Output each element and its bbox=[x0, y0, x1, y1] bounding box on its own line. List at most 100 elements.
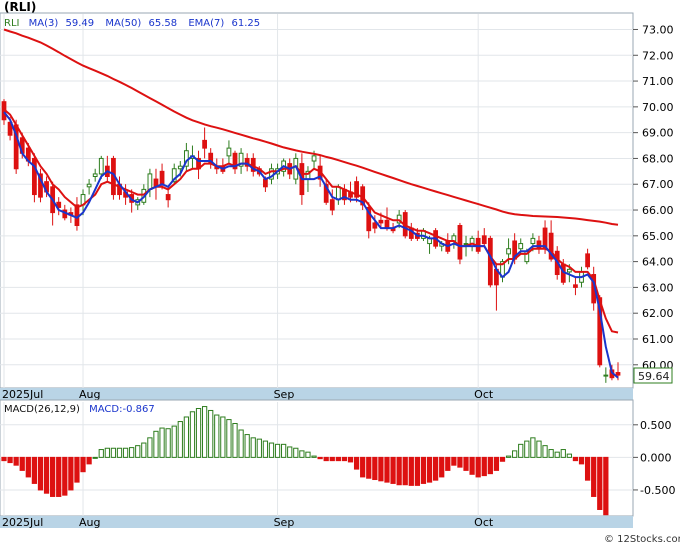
macd-x-tick-label: Oct bbox=[474, 516, 494, 529]
macd-bar bbox=[256, 438, 262, 458]
macd-bar bbox=[360, 456, 366, 478]
legend-ticker: RLI bbox=[4, 18, 19, 29]
macd-bar bbox=[366, 456, 372, 479]
macd-bar bbox=[311, 455, 317, 458]
macd-bar bbox=[56, 456, 62, 497]
macd-bar bbox=[244, 434, 250, 458]
price-y-tick-label: 66.00 bbox=[642, 204, 674, 217]
price-y-tick-label: 63.00 bbox=[642, 281, 674, 294]
candle-body bbox=[92, 173, 98, 177]
macd-bar bbox=[13, 456, 19, 466]
macd-bar bbox=[98, 449, 104, 458]
macd-bar bbox=[384, 456, 390, 483]
macd-bar bbox=[153, 430, 159, 458]
macd-bar bbox=[122, 447, 129, 458]
macd-bar bbox=[287, 446, 293, 458]
candle-body bbox=[615, 372, 621, 376]
macd-bar bbox=[50, 456, 56, 497]
macd-bar bbox=[554, 451, 560, 458]
candle-body bbox=[165, 194, 171, 201]
macd-bar bbox=[74, 456, 80, 483]
macd-bar bbox=[475, 456, 481, 478]
candle-body bbox=[603, 374, 609, 377]
price-legend: RLI MA(3) 59.49 MA(50) 65.58 EMA(7) 61.2… bbox=[4, 18, 260, 29]
chart-canvas: 73.00 72.00 71.00 70.00 69.00 68.00 67.00 66.00… bbox=[0, 0, 680, 545]
macd-bar bbox=[414, 456, 421, 486]
macd-bar bbox=[530, 437, 536, 458]
macd-bar bbox=[268, 442, 275, 458]
macd-legend-name: MACD(26,12,9) bbox=[4, 404, 80, 415]
macd-bar bbox=[597, 456, 603, 510]
price-y-tick-label: 70.00 bbox=[642, 101, 674, 114]
macd-x-tick-label: Aug bbox=[79, 516, 100, 529]
macd-bar bbox=[62, 456, 68, 496]
macd-bar bbox=[116, 447, 123, 458]
macd-bar bbox=[201, 406, 208, 458]
candle-body bbox=[335, 186, 341, 201]
macd-bar bbox=[299, 450, 305, 458]
macd-bar bbox=[189, 411, 196, 458]
macd-bar bbox=[487, 456, 493, 475]
candle-body bbox=[457, 225, 463, 260]
candle-body bbox=[226, 147, 232, 157]
macd-bar bbox=[505, 455, 512, 458]
macd-bar bbox=[329, 456, 335, 462]
candle-body bbox=[536, 240, 542, 250]
macd-bar bbox=[347, 456, 354, 463]
last-price-value: 59.64 bbox=[638, 370, 670, 383]
macd-bar bbox=[499, 456, 506, 462]
macd-bar bbox=[566, 453, 572, 458]
macd-bar bbox=[432, 456, 439, 481]
price-y-tick-label: 71.00 bbox=[642, 75, 674, 88]
macd-bar bbox=[372, 456, 378, 481]
macd-bar bbox=[408, 456, 414, 486]
price-y-tick-label: 64.00 bbox=[642, 256, 674, 269]
candle-body bbox=[463, 243, 469, 246]
macd-x-tick-label: Sep bbox=[274, 516, 295, 529]
candle-body bbox=[506, 248, 511, 255]
macd-bar bbox=[426, 456, 433, 483]
macd-bar bbox=[159, 427, 165, 458]
price-y-tick-label: 73.00 bbox=[642, 23, 674, 36]
macd-bar bbox=[86, 456, 92, 465]
macd-bar bbox=[548, 449, 554, 458]
macd-y-tick-label: 0.500 bbox=[640, 419, 672, 432]
macd-bar bbox=[305, 451, 311, 458]
macd-bar bbox=[274, 443, 281, 458]
chart-title: (RLI) bbox=[4, 0, 36, 14]
macd-bar bbox=[262, 440, 269, 458]
price-x-tick-label: 2025Jul bbox=[2, 388, 43, 401]
candle-body bbox=[378, 219, 384, 224]
macd-bar bbox=[43, 456, 50, 494]
candle-body bbox=[159, 170, 165, 185]
macd-bar bbox=[603, 456, 609, 516]
price-y-tick-label: 69.00 bbox=[642, 127, 674, 140]
candle-body bbox=[372, 222, 378, 229]
macd-bar bbox=[80, 456, 86, 473]
legend-ema7-label: EMA(7) bbox=[188, 18, 224, 29]
macd-bar bbox=[92, 456, 98, 459]
legend-ma50-label: MA(50) bbox=[105, 18, 141, 29]
macd-bar bbox=[293, 447, 299, 458]
macd-bar bbox=[469, 456, 475, 475]
macd-bar bbox=[420, 456, 427, 484]
candle-body bbox=[86, 183, 92, 188]
candle-body bbox=[263, 178, 268, 188]
candle-body bbox=[98, 157, 104, 175]
macd-bar bbox=[19, 456, 25, 471]
candle-body bbox=[384, 219, 390, 229]
macd-bar bbox=[451, 456, 457, 466]
macd-bar bbox=[463, 456, 469, 471]
macd-y-axis: 0.500 0.000 -0.500 bbox=[633, 419, 675, 497]
macd-bar bbox=[208, 409, 214, 458]
macd-bar bbox=[68, 456, 74, 491]
macd-bar bbox=[591, 456, 597, 497]
macd-bar bbox=[396, 456, 402, 486]
macd-bar bbox=[572, 456, 579, 462]
legend-ma3-value: 59.49 bbox=[65, 18, 94, 29]
macd-bar bbox=[481, 456, 487, 477]
macd-bar bbox=[177, 421, 183, 458]
candle-body bbox=[147, 173, 153, 190]
macd-bar bbox=[281, 443, 287, 458]
macd-bar bbox=[250, 437, 256, 458]
